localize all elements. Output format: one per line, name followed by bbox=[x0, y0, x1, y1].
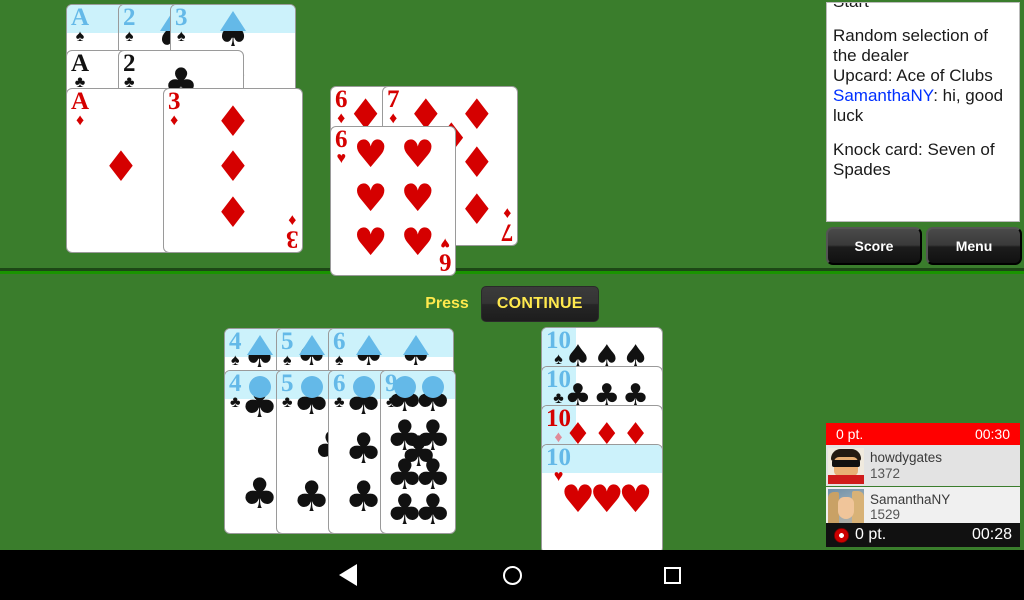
continue-button[interactable]: CONTINUE bbox=[480, 286, 599, 322]
card-pip: ♥ bbox=[400, 131, 435, 176]
card-pip: ♥ bbox=[353, 220, 388, 265]
back-icon bbox=[339, 564, 357, 586]
card-corner-index-inverted: 6 ♥ bbox=[438, 235, 452, 276]
card-pip: ♣ bbox=[292, 472, 331, 522]
playing-card-9-clubs[interactable]: 9♣♣♣♣♣♣♣♣♣♣ bbox=[380, 370, 456, 534]
playing-card-3-diamonds[interactable]: 3 ♦ 3 ♦ ♦ ♦ ♦ bbox=[163, 88, 303, 253]
player-score: 1372 bbox=[870, 465, 901, 481]
self-points: 0 pt. bbox=[855, 526, 887, 543]
android-navigation-bar bbox=[0, 550, 1024, 600]
card-highlight bbox=[329, 329, 453, 357]
card-pip: ♣ bbox=[344, 472, 383, 522]
playing-card-6-hearts[interactable]: 6 ♥ 6 ♥ ♥ ♥ ♥ ♥ ♥ ♥ bbox=[330, 126, 456, 276]
highlight-marker bbox=[248, 376, 271, 398]
message-chat-line: SamanthaNY: hi, good bbox=[833, 86, 1013, 106]
player-row[interactable]: SamanthaNY 1529 bbox=[826, 486, 1020, 527]
card-pip: ♣ bbox=[344, 423, 383, 473]
player-name: SamanthaNY bbox=[870, 491, 951, 507]
card-corner-index: A ♦ bbox=[71, 88, 90, 129]
card-corner-index: 6 ♣ bbox=[333, 370, 346, 411]
card-corner-index: 2 ♣ bbox=[123, 50, 136, 91]
message-knock-line-1: Spades bbox=[833, 160, 891, 180]
card-pip: ♥ bbox=[618, 477, 653, 521]
message-clipped-line: Start bbox=[833, 3, 1013, 12]
card-pip: ♦ bbox=[457, 185, 496, 235]
card-pip: ♦ bbox=[102, 142, 140, 192]
player-info: SamanthaNY 1529 bbox=[870, 492, 950, 522]
card-corner-index: 2 ♠ bbox=[123, 4, 136, 45]
card-pip: ♥ bbox=[353, 176, 388, 221]
card-corner-index: 5 ♠ bbox=[281, 328, 294, 369]
avatar bbox=[828, 447, 864, 484]
home-icon bbox=[502, 565, 522, 585]
message-knock-line-0: Knock card: Seven of bbox=[833, 140, 995, 160]
highlight-marker bbox=[220, 11, 246, 31]
avatar bbox=[828, 489, 864, 525]
chat-username: SamanthaNY bbox=[833, 86, 934, 106]
card-corner-index: 3 ♠ bbox=[175, 4, 188, 45]
card-pip: ♣ bbox=[413, 485, 452, 534]
card-corner-index-inverted: 7 ♦ bbox=[500, 205, 514, 246]
press-label: Press bbox=[425, 295, 469, 312]
recents-icon bbox=[663, 566, 681, 584]
menu-button[interactable]: Menu bbox=[926, 227, 1022, 265]
card-pip: ♥ bbox=[353, 131, 388, 176]
highlight-marker bbox=[355, 335, 382, 355]
card-pip: ♥ bbox=[400, 220, 435, 265]
home-button[interactable] bbox=[452, 550, 572, 600]
message-spacer-2 bbox=[833, 126, 1013, 140]
game-screen: A♠♠2♠♠♠3♠3♠♠♠♠A♣♣2♣2♣♣♣A♦♦3♦3♦♦♦♦6♦♦♦♦♦♦… bbox=[0, 0, 1024, 600]
card-corner-index: 3 ♦ bbox=[168, 88, 181, 129]
card-corner-index: 4 ♠ bbox=[229, 328, 242, 369]
highlight-marker bbox=[298, 335, 325, 355]
highlight-marker bbox=[246, 335, 273, 355]
player-row[interactable]: howdygates 1372 bbox=[826, 445, 1020, 486]
playing-card-10-hearts[interactable]: 10 ♥ ♥ ♥ ♥ bbox=[541, 444, 663, 554]
card-corner-index: A ♠ bbox=[71, 4, 90, 45]
message-log-panel[interactable]: Start Random selection of the dealer Upc… bbox=[826, 2, 1020, 222]
card-corner-index: 7 ♦ bbox=[387, 86, 400, 127]
highlight-marker bbox=[352, 376, 375, 398]
card-corner-index: 6 ♠ bbox=[333, 328, 346, 369]
card-pip: ♦ bbox=[214, 96, 252, 146]
opponent-time: 00:30 bbox=[974, 426, 1010, 442]
highlight-marker bbox=[421, 376, 444, 398]
chat-text: : hi, good bbox=[933, 86, 1004, 106]
card-pip: ♦ bbox=[214, 142, 252, 192]
message-line-0: Random selection of bbox=[833, 26, 988, 46]
card-pip: ♣ bbox=[240, 469, 279, 519]
playing-card-A-diamonds[interactable]: A ♦ ♦ bbox=[66, 88, 176, 253]
highlight-marker bbox=[300, 376, 323, 398]
self-timer-bar: 0 pt. 00:28 bbox=[826, 523, 1020, 547]
player-name: howdygates bbox=[870, 450, 943, 466]
card-corner-index-inverted: 3 ♦ bbox=[285, 212, 299, 253]
message-line-2: Upcard: Ace of Clubs bbox=[833, 66, 993, 86]
card-corner-index: 4 ♣ bbox=[229, 370, 242, 411]
self-time: 00:28 bbox=[971, 526, 1012, 543]
card-corner-index: 6 ♥ bbox=[335, 126, 348, 167]
card-corner-index: A ♣ bbox=[71, 50, 90, 91]
card-pip: ♥ bbox=[400, 176, 435, 221]
record-icon bbox=[834, 527, 849, 543]
player-score: 1529 bbox=[870, 507, 901, 522]
card-pip: ♦ bbox=[457, 137, 496, 187]
message-chat-wrap: luck bbox=[833, 106, 864, 126]
card-pip: ♦ bbox=[214, 187, 252, 237]
message-log-scroll: Start Random selection of the dealer Upc… bbox=[827, 3, 1019, 180]
opponent-points: 0 pt. bbox=[836, 426, 864, 442]
card-corner-index: 6 ♦ bbox=[335, 86, 348, 127]
highlight-marker bbox=[393, 376, 416, 398]
card-corner-index: 5 ♣ bbox=[281, 370, 294, 411]
opponent-timer-bar: 0 pt. 00:30 bbox=[826, 423, 1020, 445]
highlight-marker bbox=[402, 335, 429, 355]
continue-prompt: Press CONTINUE bbox=[0, 286, 1024, 322]
player-info: howdygates 1372 bbox=[870, 450, 942, 480]
recents-button[interactable] bbox=[612, 550, 732, 600]
message-line-1: the dealer bbox=[833, 46, 909, 66]
score-button[interactable]: Score bbox=[826, 227, 922, 265]
players-panel: 0 pt. 00:30 howdygates 1372 SamanthaNY 1… bbox=[824, 421, 1022, 549]
back-button[interactable] bbox=[288, 550, 408, 600]
